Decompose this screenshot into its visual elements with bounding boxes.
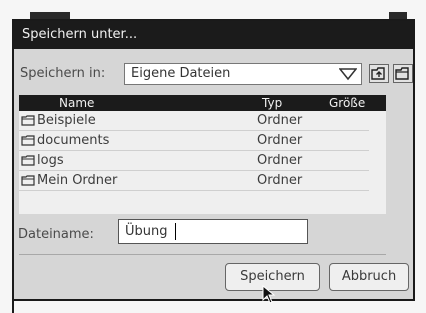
cancel-button[interactable]: Abbruch (329, 263, 409, 291)
dialog-title: Speichern unter... (14, 21, 413, 49)
chevron-down-icon (339, 68, 357, 81)
save-in-dropdown[interactable]: Eigene Dateien (124, 63, 362, 85)
text-caret (175, 223, 176, 240)
file-type: Ordner (257, 113, 303, 128)
list-item[interactable]: documents Ordner (19, 131, 369, 151)
column-type[interactable]: Typ (262, 95, 282, 111)
row-divider (19, 190, 369, 191)
list-item[interactable]: logs Ordner (19, 151, 369, 171)
save-in-label: Speichern in: (20, 66, 106, 81)
folder-icon (21, 175, 35, 186)
filename-label: Dateiname: (18, 227, 94, 242)
save-in-row: Speichern in: Eigene Dateien (20, 63, 413, 87)
filename-input[interactable]: Übung (118, 219, 308, 244)
new-folder-button[interactable] (393, 64, 413, 83)
folder-icon (21, 115, 35, 126)
file-list: Beispiele Ordner documents Ordner logs O… (19, 111, 386, 214)
folder-icon (21, 155, 35, 166)
save-in-value: Eigene Dateien (131, 66, 231, 81)
file-name: logs (37, 153, 64, 168)
background-window-edge (12, 272, 14, 313)
file-type: Ordner (257, 173, 303, 188)
folder-up-icon (371, 67, 385, 80)
column-size[interactable]: Größe (329, 95, 365, 111)
file-name: documents (37, 133, 110, 148)
folder-icon (21, 135, 35, 146)
filename-value: Übung (125, 224, 168, 239)
dialog-divider (19, 254, 386, 255)
file-name: Mein Ordner (37, 173, 118, 188)
file-list-header: Name Typ Größe (19, 95, 386, 111)
file-name: Beispiele (37, 113, 96, 128)
file-type: Ordner (257, 133, 303, 148)
list-item[interactable]: Beispiele Ordner (19, 111, 369, 131)
mouse-pointer-icon (262, 285, 276, 304)
file-type: Ordner (257, 153, 303, 168)
column-name[interactable]: Name (59, 95, 94, 111)
new-folder-icon (395, 67, 409, 80)
list-item[interactable]: Mein Ordner Ordner (19, 171, 369, 191)
up-folder-button[interactable] (369, 64, 389, 83)
